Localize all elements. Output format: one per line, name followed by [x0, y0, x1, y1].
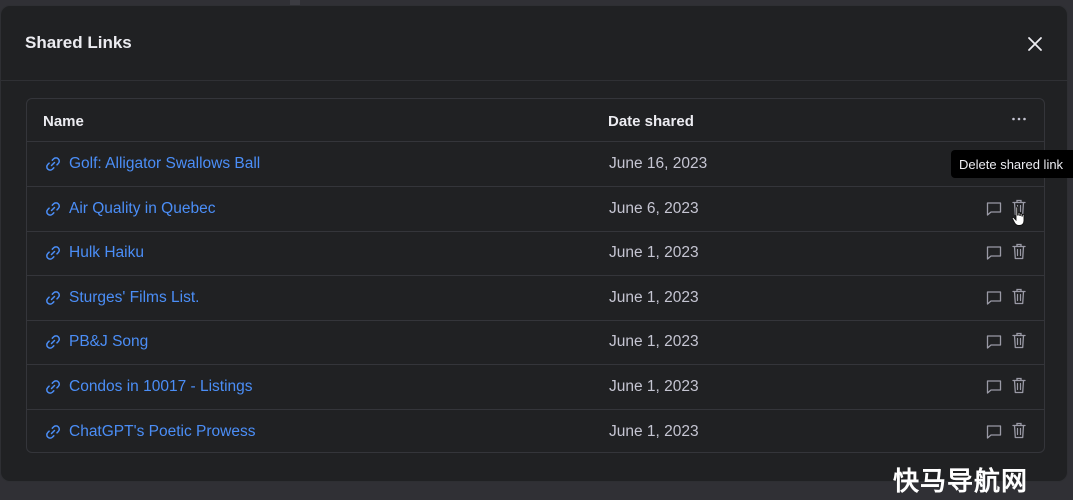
link-icon [44, 378, 62, 396]
hand-cursor-icon [1011, 206, 1025, 226]
shared-link-title[interactable]: Condos in 10017 - Listings [69, 378, 253, 396]
date-shared: June 6, 2023 [609, 199, 699, 217]
date-shared: June 1, 2023 [609, 378, 699, 395]
shared-link-title[interactable]: Golf: Alligator Swallows Ball [69, 155, 260, 173]
link-icon [44, 200, 62, 218]
view-chat-icon[interactable] [985, 289, 1003, 307]
delete-shared-link-icon[interactable] [1010, 287, 1028, 306]
shared-link-title[interactable]: PB&J Song [69, 333, 148, 351]
modal-header: Shared Links [1, 6, 1069, 81]
table-header: Name Date shared [27, 99, 1044, 142]
table-row: Golf: Alligator Swallows Ball June 16, 20… [27, 142, 1044, 187]
date-shared: June 1, 2023 [609, 244, 699, 262]
modal-title: Shared Links [25, 33, 132, 52]
shared-links-modal: Shared Links Name Date shared Golf: Alli… [0, 5, 1069, 482]
link-icon [44, 289, 62, 307]
table-row: Sturges' Films List. June 1, 2023 [27, 276, 1044, 321]
delete-shared-link-icon[interactable] [1010, 242, 1028, 261]
more-options-button[interactable] [1008, 109, 1030, 129]
date-shared: June 16, 2023 [609, 155, 708, 172]
date-shared: June 1, 2023 [609, 288, 699, 306]
link-icon [44, 155, 62, 173]
delete-shared-link-icon[interactable] [1010, 421, 1028, 440]
shared-link-title[interactable]: Hulk Haiku [69, 244, 144, 262]
delete-shared-link-icon[interactable] [1010, 376, 1028, 395]
watermark-text: 快马导航网 [893, 467, 1029, 497]
view-chat-icon[interactable] [985, 200, 1003, 218]
date-shared: June 1, 2023 [609, 422, 699, 440]
table-row: ChatGPT's Poetic Prowess June 1, 2023 [27, 410, 1044, 452]
shared-link-title[interactable]: ChatGPT's Poetic Prowess [69, 423, 255, 441]
date-shared: June 1, 2023 [609, 333, 699, 351]
delete-tooltip: Delete shared link [951, 150, 1073, 178]
link-icon [44, 333, 62, 351]
table-row: Condos in 10017 - Listings June 1, 2023 [27, 365, 1044, 410]
close-icon [1028, 37, 1042, 51]
view-chat-icon[interactable] [985, 244, 1003, 262]
table-row: PB&J Song June 1, 2023 [27, 320, 1044, 366]
shared-links-table: Name Date shared Golf: Alligator Swallow… [26, 98, 1045, 453]
link-icon [44, 244, 62, 262]
view-chat-icon[interactable] [985, 423, 1003, 441]
table-row: Hulk Haiku June 1, 2023 [27, 231, 1044, 277]
link-icon [44, 423, 62, 441]
view-chat-icon[interactable] [985, 333, 1003, 351]
shared-link-title[interactable]: Sturges' Films List. [69, 289, 199, 307]
column-header-date: Date shared [608, 113, 694, 130]
more-horizontal-icon [1012, 117, 1026, 121]
view-chat-icon[interactable] [985, 378, 1003, 396]
shared-link-title[interactable]: Air Quality in Quebec [69, 200, 215, 218]
table-row: Air Quality in Quebec June 6, 2023 [27, 187, 1044, 232]
close-button[interactable] [1023, 32, 1047, 56]
column-header-name: Name [43, 113, 84, 130]
delete-shared-link-icon[interactable] [1010, 331, 1028, 350]
